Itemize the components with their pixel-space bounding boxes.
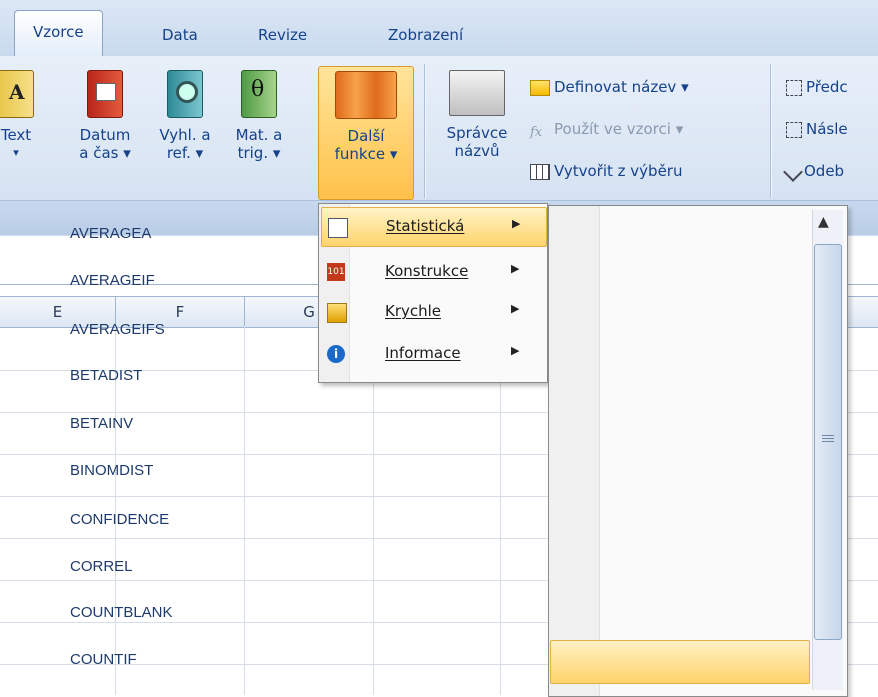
function-item-averageif[interactable]: AVERAGEIF (70, 269, 155, 293)
fx-icon: fx (530, 124, 543, 140)
create-from-selection-button[interactable]: Vytvořit z výběru (530, 160, 682, 182)
more-functions-label-2: funkce ▾ (334, 145, 398, 163)
function-item-countblank[interactable]: COUNTBLANK (70, 601, 173, 625)
function-item-averagea[interactable]: AVERAGEA (70, 222, 151, 246)
use-in-formula-label: Použít ve vzorci ▾ (554, 120, 684, 138)
submenu-arrow-icon: ▶ (511, 302, 520, 315)
function-item-correl[interactable]: CORREL (70, 555, 133, 579)
tab-revize[interactable]: Revize (252, 22, 313, 48)
use-in-formula-button[interactable]: fx Použít ve vzorci ▾ (530, 118, 683, 140)
tab-vzorce[interactable]: Vzorce (14, 10, 103, 57)
remove-arrows-label: Odeb (804, 162, 845, 180)
text-functions-button[interactable]: A Text ▾ (0, 70, 42, 162)
function-item-hover-highlight (550, 640, 810, 684)
tab-zobrazeni[interactable]: Zobrazení (382, 22, 469, 48)
trace-precedents-label: Předc (806, 78, 848, 96)
statistical-functions-menu (548, 205, 848, 697)
cube-icon (327, 303, 347, 323)
function-item-betadist[interactable]: BETADIST (70, 364, 142, 388)
grid-table-icon (530, 163, 550, 180)
math-functions-button[interactable]: θ Mat. a trig. ▾ (226, 70, 292, 162)
define-name-icon (530, 79, 550, 96)
function-item-betainv[interactable]: BETAINV (70, 412, 133, 436)
create-from-selection-label: Vytvořit z výběru (554, 162, 683, 180)
define-name-label: Definovat název ▾ (554, 78, 689, 96)
submenu-arrow-icon: ▶ (512, 217, 521, 230)
more-functions-button[interactable]: Další funkce ▾ (318, 66, 414, 200)
text-functions-arrow: ▾ (13, 146, 19, 159)
tab-data[interactable]: Data (156, 22, 204, 48)
engineering-icon: 101 (327, 263, 345, 281)
menu-item-label: Konstrukce (385, 262, 469, 280)
function-item-countif[interactable]: COUNTIF (70, 648, 137, 672)
name-manager-label-2: názvů (454, 142, 500, 160)
information-icon: i (327, 345, 345, 363)
books-icon (335, 71, 397, 119)
menu-item-label: Informace (385, 344, 461, 362)
math-functions-label-2: trig. ▾ (237, 144, 281, 162)
name-manager-label: Správce (446, 124, 508, 142)
scrollbar-thumb[interactable] (814, 244, 842, 640)
submenu-arrow-icon: ▶ (511, 344, 520, 357)
calendar-book-icon (87, 70, 123, 118)
menu-item-konstrukce[interactable]: 101 Konstrukce ▶ (321, 253, 545, 291)
trace-precedents-icon (786, 79, 802, 96)
menu-item-statisticka[interactable]: Statistická ▶ (321, 207, 547, 247)
text-functions-label: Text (0, 126, 32, 144)
remove-arrows-button[interactable]: Odeb (783, 160, 845, 182)
theta-book-icon: θ (241, 70, 277, 118)
text-book-icon: A (0, 70, 34, 118)
name-manager-button[interactable]: Správce názvů (436, 70, 518, 160)
datetime-functions-label: Datum (79, 126, 131, 144)
statistics-icon (328, 218, 348, 238)
function-item-confidence[interactable]: CONFIDENCE (70, 508, 169, 532)
eraser-arrows-icon (783, 161, 803, 182)
datetime-functions-button[interactable]: Datum a čas ▾ (70, 70, 140, 162)
grid-column-line (244, 326, 245, 695)
lookup-functions-label-2: ref. ▾ (166, 144, 204, 162)
menu-item-informace[interactable]: i Informace ▶ (321, 335, 545, 373)
trace-dependents-icon (786, 121, 802, 138)
name-manager-icon (449, 70, 505, 116)
trace-dependents-label: Násle (806, 120, 848, 138)
function-item-averageifs[interactable]: AVERAGEIFS (70, 318, 165, 342)
math-functions-label: Mat. a (235, 126, 283, 144)
submenu-arrow-icon: ▶ (511, 262, 520, 275)
function-item-binomdist[interactable]: BINOMDIST (70, 459, 153, 483)
menu-item-label: Statistická (386, 217, 465, 235)
menu-item-label: Krychle (385, 302, 442, 320)
trace-dependents-button[interactable]: Násle (786, 118, 848, 140)
more-functions-menu: Statistická ▶ 101 Konstrukce ▶ Krychle ▶… (318, 203, 548, 383)
magnifier-book-icon (167, 70, 203, 118)
scroll-up-arrow-icon[interactable]: ▲ (818, 214, 829, 230)
grip-icon (822, 435, 834, 436)
lookup-functions-button[interactable]: Vyhl. a ref. ▾ (150, 70, 220, 162)
lookup-functions-label: Vyhl. a (159, 126, 211, 144)
menu-gutter (549, 206, 600, 696)
ribbon-separator-2 (770, 64, 771, 198)
datetime-functions-label-2: a čas ▾ (79, 144, 131, 162)
ribbon-separator (424, 64, 425, 198)
ribbon-tab-bar: Vzorce Data Revize Zobrazení (0, 0, 878, 57)
trace-precedents-button[interactable]: Předc (786, 76, 848, 98)
define-name-button[interactable]: Definovat název ▾ (530, 76, 689, 98)
more-functions-label: Další (347, 127, 385, 145)
menu-item-krychle[interactable]: Krychle ▶ (321, 293, 545, 331)
